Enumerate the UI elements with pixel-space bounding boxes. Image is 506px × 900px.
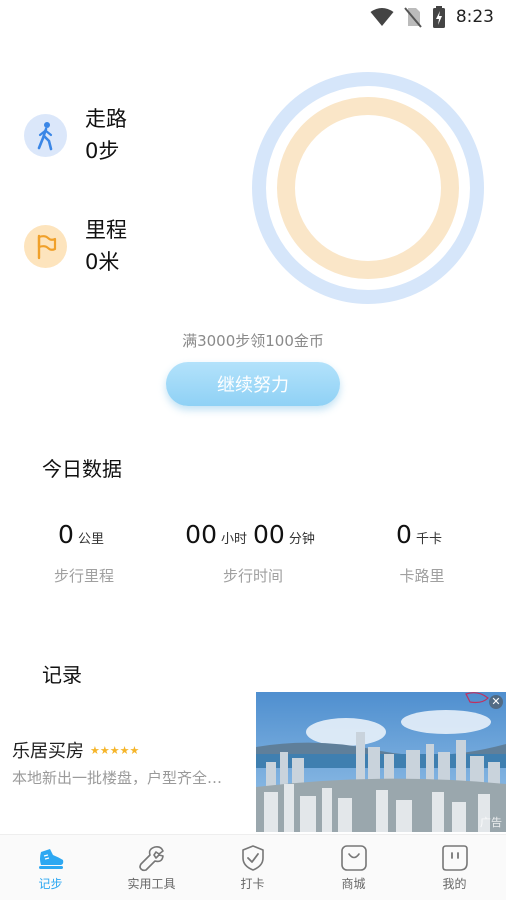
shopping-bag-icon: [340, 845, 367, 871]
walking-person-icon: [24, 114, 67, 157]
stat-hours-value: 00: [185, 520, 217, 549]
ad-description[interactable]: 本地新出一批楼盘，户型齐全…: [12, 767, 248, 788]
battery-charging-icon: [432, 6, 445, 28]
wifi-icon: [370, 8, 394, 26]
stat-minutes-value: 00: [253, 520, 285, 549]
bottom-nav: 记步 实用工具 打卡 商城 我的: [0, 834, 506, 900]
nav-label-tools: 实用工具: [127, 877, 176, 891]
stat-distance-label: 步行里程: [53, 567, 114, 585]
distance-value: 0米: [85, 249, 120, 274]
shoe-icon: [38, 849, 63, 869]
ad-tag: 广告: [480, 816, 502, 829]
distance-label: 里程: [85, 218, 127, 242]
stat-calories: 0 千卡 卡路里: [338, 520, 506, 586]
continue-button[interactable]: 继续努力: [166, 362, 340, 406]
ring-inner: [277, 97, 459, 279]
ad-title-text: 乐居买房: [12, 741, 84, 762]
ad-title[interactable]: 乐居买房 ★★★★★: [12, 737, 139, 763]
stat-distance-value: 0: [58, 520, 74, 549]
metric-distance: 里程 0米: [24, 215, 127, 278]
stat-time-label: 步行时间: [222, 567, 283, 585]
stat-distance: 0 公里 步行里程: [0, 520, 168, 586]
no-sim-icon: [404, 7, 422, 28]
nav-label-mall: 商城: [341, 877, 366, 891]
city-skyline-image: [256, 692, 506, 832]
profile-icon: [441, 845, 468, 871]
metric-walk: 走路 0步: [24, 104, 127, 167]
progress-ring: [252, 72, 484, 304]
nav-item-tools[interactable]: 实用工具: [101, 835, 202, 900]
today-stats: 0 公里 步行里程 00 小时 00 分钟 步行时间 0 千卡 卡路里: [0, 520, 506, 600]
stat-calories-label: 卡路里: [399, 567, 445, 585]
stat-time: 00 小时 00 分钟 步行时间: [169, 520, 337, 586]
shield-check-icon: [241, 845, 264, 871]
nav-label-mine: 我的: [442, 877, 467, 891]
walk-label: 走路: [85, 107, 127, 131]
goal-text: 满3000步领100金币: [182, 332, 324, 350]
status-bar: 8:23: [0, 0, 506, 34]
status-time: 8:23: [455, 7, 494, 27]
walk-value: 0步: [85, 138, 120, 163]
stat-distance-unit: 公里: [77, 532, 104, 547]
stat-minutes-unit: 分钟: [288, 532, 315, 547]
stat-hours-unit: 小时: [220, 532, 247, 547]
flag-icon: [24, 225, 67, 268]
stat-calories-unit: 千卡: [415, 532, 442, 547]
records-title: 记录: [42, 663, 82, 687]
ad-close-button[interactable]: ✕: [489, 695, 503, 709]
nav-item-mine[interactable]: 我的: [404, 835, 505, 900]
today-data-title: 今日数据: [42, 457, 122, 481]
nav-item-mall[interactable]: 商城: [303, 835, 404, 900]
ad-rating-stars: ★★★★★: [90, 743, 140, 757]
wrench-icon: [138, 846, 164, 872]
nav-item-checkin[interactable]: 打卡: [202, 835, 303, 900]
nav-label-checkin: 打卡: [240, 877, 265, 891]
nav-label-step: 记步: [38, 877, 63, 891]
nav-item-step[interactable]: 记步: [0, 835, 101, 900]
ad-image[interactable]: ✕ 广告: [256, 692, 506, 832]
stat-calories-value: 0: [396, 520, 412, 549]
